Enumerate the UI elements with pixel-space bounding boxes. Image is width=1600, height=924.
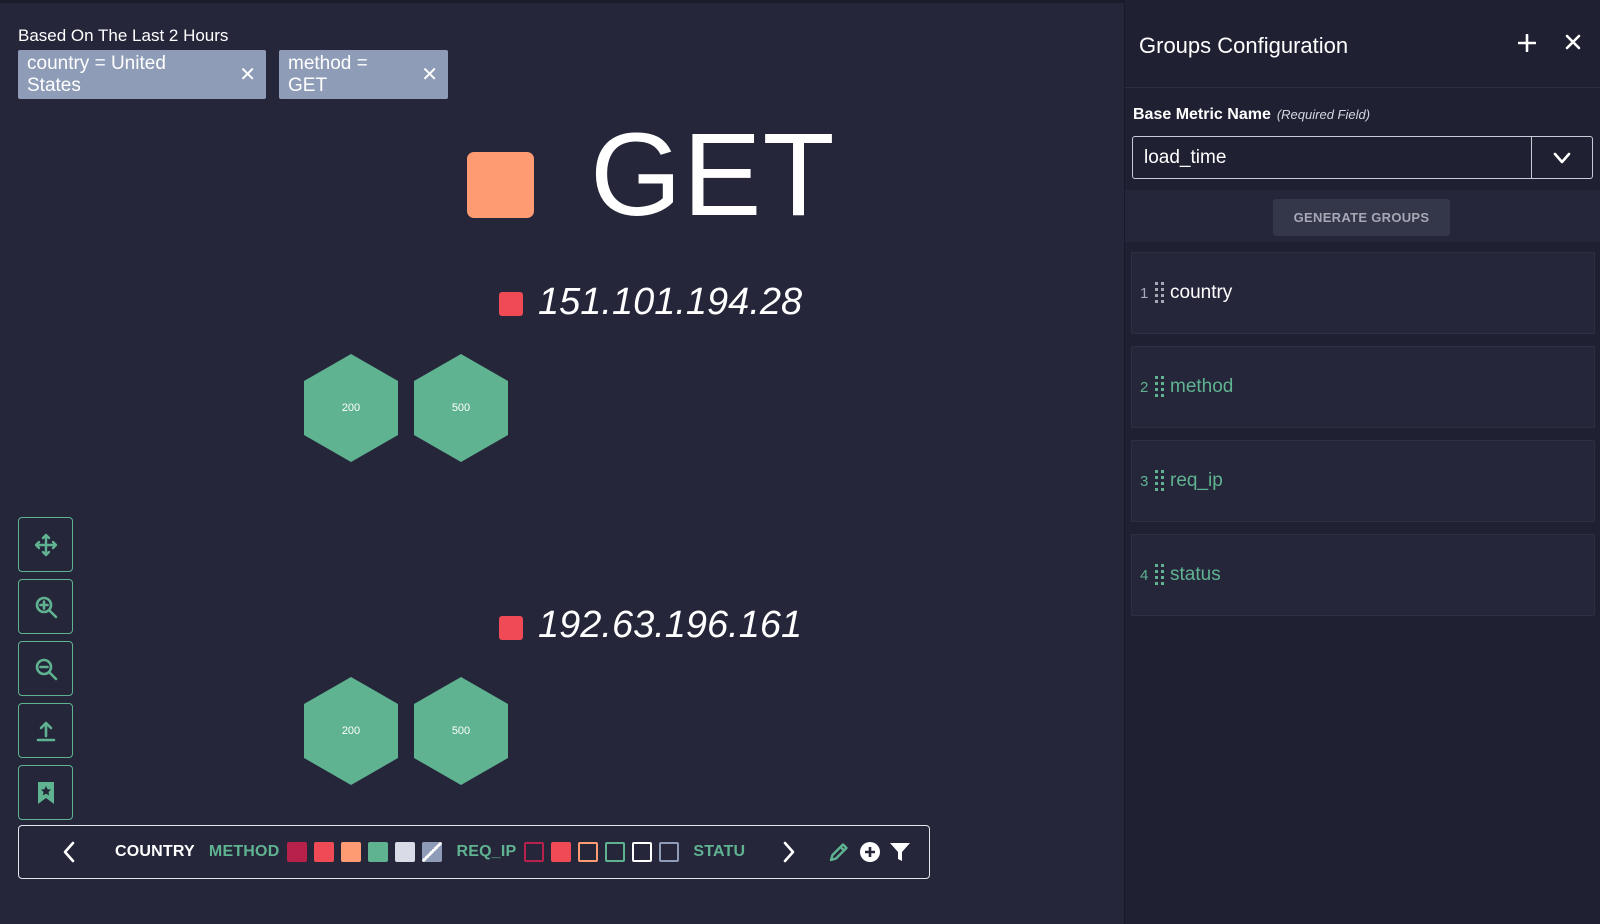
legend-method-label[interactable]: METHOD <box>209 843 280 861</box>
base-metric-label: Base Metric Name (Required Field) <box>1133 106 1370 124</box>
group-number: 3 <box>1140 472 1149 490</box>
legend-status-label[interactable]: STATU <box>693 843 745 861</box>
legend-swatch[interactable] <box>287 842 308 862</box>
zoom-in-icon <box>35 596 57 618</box>
group-title: GET <box>590 109 836 241</box>
filter-chip-method[interactable]: method = GET ✕ <box>279 50 448 99</box>
legend-req-ip-label[interactable]: REQ_IP <box>456 843 516 861</box>
main-canvas: Based On The Last 2 Hours country = Unit… <box>0 0 1600 924</box>
legend-swatch[interactable] <box>605 842 626 862</box>
bookmark-button[interactable] <box>18 765 73 820</box>
plus-icon <box>1517 33 1537 53</box>
dropdown-toggle[interactable] <box>1531 137 1592 178</box>
filter-chip-label: country = United States <box>27 52 166 96</box>
group-number: 2 <box>1140 378 1149 396</box>
bookmark-icon <box>37 781 54 804</box>
close-panel-button[interactable] <box>1565 34 1581 55</box>
legend-swatch[interactable] <box>395 842 416 862</box>
panel-title: Groups Configuration <box>1139 33 1349 58</box>
legend-swatch[interactable] <box>341 842 362 862</box>
chevron-down-icon <box>1553 152 1571 163</box>
generate-groups-button[interactable]: GENERATE GROUPS <box>1273 199 1450 236</box>
legend-swatch[interactable] <box>551 842 572 862</box>
group-name: method <box>1170 376 1234 397</box>
status-hexagon[interactable]: 500 <box>414 677 508 785</box>
ip-color-swatch <box>499 616 523 640</box>
legend-swatch[interactable] <box>632 842 653 862</box>
close-icon[interactable]: ✕ <box>421 62 438 87</box>
drag-handle-icon[interactable] <box>1154 469 1166 493</box>
group-item-req-ip[interactable]: 3 req_ip <box>1131 440 1595 522</box>
pan-button[interactable] <box>18 517 73 572</box>
filter-button[interactable] <box>889 841 911 863</box>
group-number: 1 <box>1140 284 1149 302</box>
base-metric-label-text: Base Metric Name <box>1133 106 1271 123</box>
legend-swatch[interactable] <box>659 842 680 862</box>
legend-next-button[interactable] <box>769 840 809 864</box>
zoom-out-icon <box>35 658 57 680</box>
ip-label: 192.63.196.161 <box>538 604 803 646</box>
chevron-left-icon <box>63 841 75 863</box>
zoom-in-button[interactable] <box>18 579 73 634</box>
add-group-button[interactable] <box>1517 33 1537 57</box>
legend-prev-button[interactable] <box>49 840 89 864</box>
legend-country-label[interactable]: COUNTRY <box>115 843 195 861</box>
group-item-country[interactable]: 1 country <box>1131 252 1595 334</box>
zoom-out-button[interactable] <box>18 641 73 696</box>
close-icon[interactable]: ✕ <box>239 62 256 87</box>
close-icon <box>1565 34 1581 50</box>
ip-color-swatch <box>499 292 523 316</box>
legend-swatch[interactable] <box>578 842 599 862</box>
status-hexagon[interactable]: 500 <box>414 354 508 462</box>
status-hexagon[interactable]: 200 <box>304 677 398 785</box>
upload-icon <box>36 721 55 741</box>
plus-circle-icon <box>860 842 881 862</box>
group-item-method[interactable]: 2 method <box>1131 346 1595 428</box>
legend-swatch[interactable] <box>422 842 443 862</box>
group-name: country <box>1170 282 1233 303</box>
group-name: status <box>1170 564 1221 585</box>
groups-config-panel: Groups Configuration Base Metric Name (Re… <box>1124 0 1600 924</box>
legend-swatch[interactable] <box>314 842 335 862</box>
export-button[interactable] <box>18 703 73 758</box>
ip-label: 151.101.194.28 <box>538 281 803 323</box>
drag-handle-icon[interactable] <box>1154 563 1166 587</box>
legend-bar: COUNTRY METHOD REQ_IP STATU <box>18 825 930 879</box>
filter-chip-country[interactable]: country = United States ✕ <box>18 50 266 99</box>
edit-button[interactable] <box>827 840 851 864</box>
base-metric-select[interactable]: load_time <box>1132 136 1593 179</box>
move-icon <box>34 533 57 556</box>
add-filter-button[interactable] <box>859 841 881 863</box>
chevron-right-icon <box>783 841 795 863</box>
panel-header: Groups Configuration <box>1125 0 1600 88</box>
legend-swatch[interactable] <box>368 842 389 862</box>
drag-handle-icon[interactable] <box>1154 375 1166 399</box>
base-metric-value: load_time <box>1144 146 1227 168</box>
timeframe-label: Based On The Last 2 Hours <box>18 26 229 45</box>
filter-chip-label: method = GET <box>288 52 368 96</box>
required-note: (Required Field) <box>1276 107 1371 122</box>
group-item-status[interactable]: 4 status <box>1131 534 1595 616</box>
legend-swatch[interactable] <box>524 842 545 862</box>
drag-handle-icon[interactable] <box>1154 281 1166 305</box>
pencil-icon <box>830 843 848 862</box>
group-name: req_ip <box>1170 470 1223 491</box>
status-hexagon[interactable]: 200 <box>304 354 398 462</box>
group-color-swatch <box>467 152 534 218</box>
group-number: 4 <box>1140 566 1149 584</box>
generate-row: GENERATE GROUPS <box>1125 190 1600 242</box>
filter-icon <box>890 843 911 861</box>
